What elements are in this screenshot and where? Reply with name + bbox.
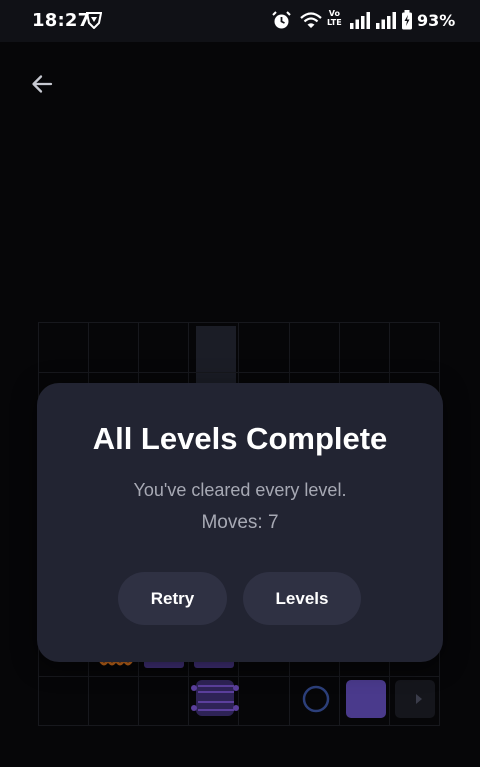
- moves-count: Moves: 7: [201, 512, 279, 533]
- status-bar: 18:27 Vo LTE 93%: [0, 0, 480, 42]
- level-complete-dialog: All Levels Complete You've cleared every…: [37, 383, 443, 662]
- dialog-subtitle: You've cleared every level.: [133, 480, 347, 500]
- levels-button[interactable]: Levels: [243, 572, 361, 625]
- battery-percent: 93%: [417, 11, 456, 30]
- signal-icon: [350, 12, 370, 33]
- game-screen: 18:27 Vo LTE 93% All Levels Complete You…: [0, 0, 480, 767]
- purple-gear-piece: [191, 680, 239, 716]
- levels-button-label: Levels: [275, 588, 329, 608]
- retry-button-label: Retry: [150, 588, 195, 608]
- wifi-icon: [300, 12, 322, 33]
- alarm-icon: [272, 11, 291, 34]
- purple-block: [346, 680, 386, 718]
- volte-icon: Vo LTE: [327, 9, 342, 27]
- dialog-title: All Levels Complete: [92, 421, 388, 456]
- target-ring: [302, 685, 330, 713]
- signal-icon: [376, 12, 396, 33]
- retry-button[interactable]: Retry: [118, 572, 227, 625]
- back-button[interactable]: [22, 66, 62, 106]
- arrow-left-icon: [30, 72, 54, 100]
- play-tile: [395, 680, 435, 718]
- battery-icon: [401, 10, 413, 34]
- vpn-shield-icon: [85, 11, 103, 33]
- status-time: 18:27: [32, 10, 91, 31]
